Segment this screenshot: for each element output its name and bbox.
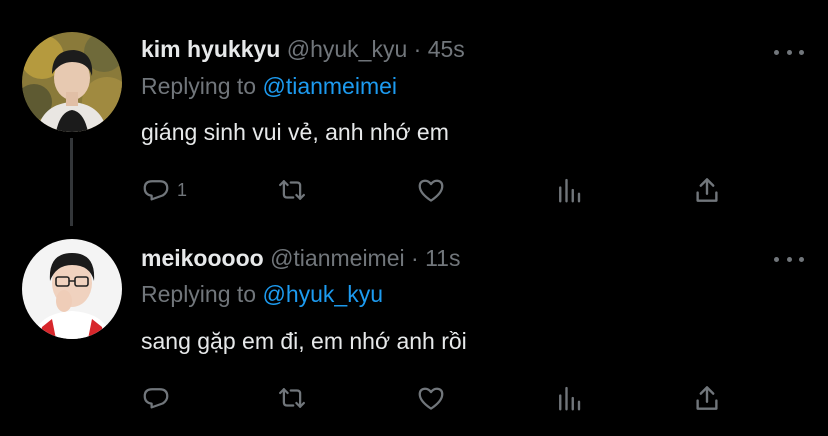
analytics-icon <box>559 178 581 203</box>
replying-to-label: Replying to <box>141 281 257 307</box>
timestamp[interactable]: 45s <box>428 36 465 62</box>
tweet-header: meikooooo @tianmeimei · 11s <box>141 245 460 272</box>
analytics-icon <box>559 386 581 411</box>
retweet-icon <box>279 388 305 408</box>
replying-to-label: Replying to <box>141 73 257 99</box>
share-icon <box>696 178 718 202</box>
user-handle[interactable]: @hyuk_kyu <box>287 36 408 62</box>
like-button[interactable] <box>416 381 446 415</box>
tweet-header: kim hyukkyu @hyuk_kyu · 45s <box>141 36 465 63</box>
user-handle[interactable]: @tianmeimei <box>270 245 405 271</box>
action-bar: 1 <box>141 173 741 207</box>
reply-icon <box>143 388 169 409</box>
heart-icon <box>418 387 444 410</box>
avatar-kim-hyukkyu[interactable] <box>22 32 122 132</box>
retweet-button[interactable] <box>277 381 307 415</box>
heart-icon <box>418 179 444 202</box>
separator-dot: · <box>411 245 419 271</box>
analytics-button[interactable] <box>554 381 584 415</box>
share-button[interactable] <box>692 173 722 207</box>
more-icon[interactable] <box>774 42 804 62</box>
like-button[interactable] <box>416 173 446 207</box>
reply-button[interactable] <box>141 381 177 415</box>
timestamp[interactable]: 11s <box>425 245 460 271</box>
retweet-icon <box>279 180 305 200</box>
replying-to: Replying to @tianmeimei <box>141 73 397 100</box>
tweet-1[interactable]: kim hyukkyu @hyuk_kyu · 45s Replying to … <box>0 0 828 225</box>
tweet-text: giáng sinh vui vẻ, anh nhớ em <box>141 119 449 145</box>
display-name[interactable]: meikooooo <box>141 245 264 271</box>
share-button[interactable] <box>692 381 722 415</box>
tweet-text: sang gặp em đi, em nhớ anh rồi <box>141 328 467 354</box>
replying-to-mention[interactable]: @tianmeimei <box>262 73 397 99</box>
reply-icon <box>143 180 169 201</box>
separator-dot: · <box>413 36 422 62</box>
retweet-button[interactable] <box>277 173 307 207</box>
share-icon <box>696 386 718 410</box>
reply-count: 1 <box>177 179 188 200</box>
replying-to-mention[interactable]: @hyuk_kyu <box>262 281 383 307</box>
reply-button[interactable]: 1 <box>141 173 187 207</box>
tweet-2[interactable]: meikooooo @tianmeimei · 11s Replying to … <box>0 225 828 436</box>
replying-to: Replying to @hyuk_kyu <box>141 281 383 308</box>
avatar-meikooooo[interactable] <box>22 239 122 339</box>
action-bar <box>141 381 741 415</box>
more-icon[interactable] <box>774 249 804 269</box>
analytics-button[interactable] <box>554 173 584 207</box>
display-name[interactable]: kim hyukkyu <box>141 36 280 62</box>
